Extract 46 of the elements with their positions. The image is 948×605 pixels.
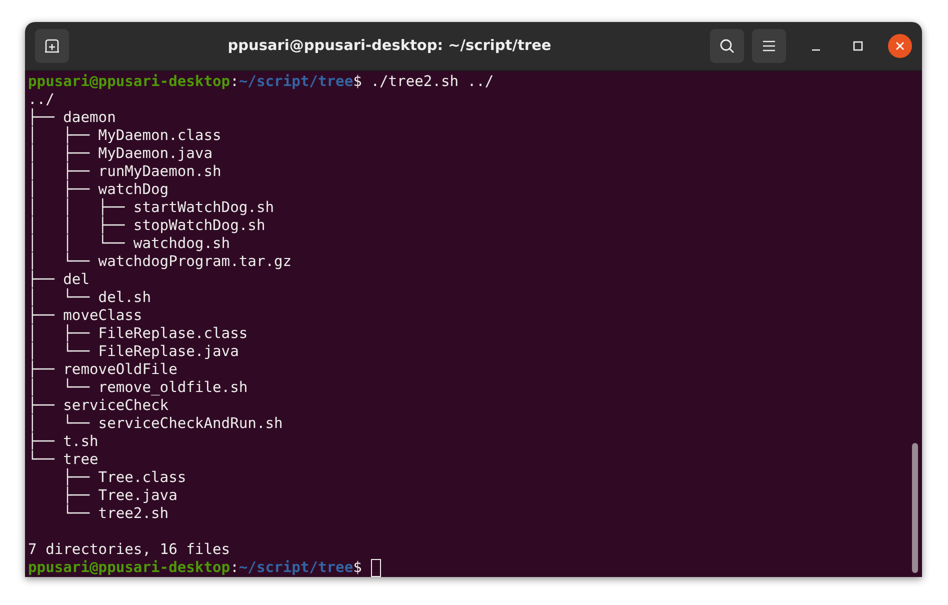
output-line: │ └── watchdogProgram.tar.gz (28, 253, 293, 270)
command-text: $ ./tree2.sh ../ (353, 73, 494, 91)
prompt-user: ppusari@ppusari-desktop (28, 73, 230, 91)
output-line: │ ├── FileReplase.class (28, 325, 249, 342)
output-line: │ ├── watchDog (28, 181, 170, 198)
command-text: $ (353, 559, 362, 577)
search-icon (719, 38, 735, 54)
output-line: │ └── remove_oldfile.sh (28, 379, 249, 396)
output-line: ├── t.sh (28, 433, 100, 450)
scrollbar-thumb[interactable] (912, 443, 918, 573)
prompt-separator: : (230, 73, 239, 91)
output-line: 7 directories, 16 files (28, 541, 232, 559)
output-line: │ │ ├── startWatchDog.sh (28, 199, 276, 216)
close-icon (895, 41, 905, 51)
output-line: ├── serviceCheck (28, 397, 170, 414)
output-line: │ ├── MyDaemon.class (28, 127, 222, 144)
output-line: │ └── FileReplase.java (28, 343, 240, 360)
output-line: │ │ ├── stopWatchDog.sh (28, 217, 266, 234)
new-tab-button[interactable] (35, 29, 69, 63)
output-line: ├── moveClass (28, 307, 144, 324)
output-line: │ ├── runMyDaemon.sh (28, 163, 222, 180)
output-line: │ ├── MyDaemon.java (28, 145, 214, 162)
output-line: └── tree (28, 451, 100, 468)
prompt-separator: : (230, 559, 239, 577)
output-line: │ └── del.sh (28, 289, 152, 306)
prompt-user: ppusari@ppusari-desktop (28, 559, 230, 577)
output-line: ├── daemon (28, 109, 117, 126)
new-tab-icon (44, 38, 60, 54)
menu-icon (762, 40, 776, 52)
output-line: │ └── serviceCheckAndRun.sh (28, 415, 284, 432)
output-line: ├── Tree.java (62, 487, 178, 504)
output-line: ├── removeOldFile (28, 361, 178, 378)
close-button[interactable] (888, 34, 912, 58)
maximize-icon (853, 41, 863, 51)
search-button[interactable] (710, 29, 744, 63)
window-title: ppusari@ppusari-desktop: ~/script/tree (226, 38, 552, 54)
output-line: ├── del (28, 271, 91, 288)
output-line: ├── Tree.class (62, 469, 188, 486)
output-line: ../ (28, 91, 56, 108)
text-cursor (370, 559, 381, 577)
output-line: │ │ └── watchdog.sh (28, 235, 232, 252)
prompt-path: ~/script/tree (238, 73, 354, 91)
prompt-path: ~/script/tree (238, 559, 354, 577)
output-line: └── tree2.sh (62, 505, 170, 523)
minimize-icon (811, 49, 821, 51)
menu-button[interactable] (752, 29, 786, 63)
